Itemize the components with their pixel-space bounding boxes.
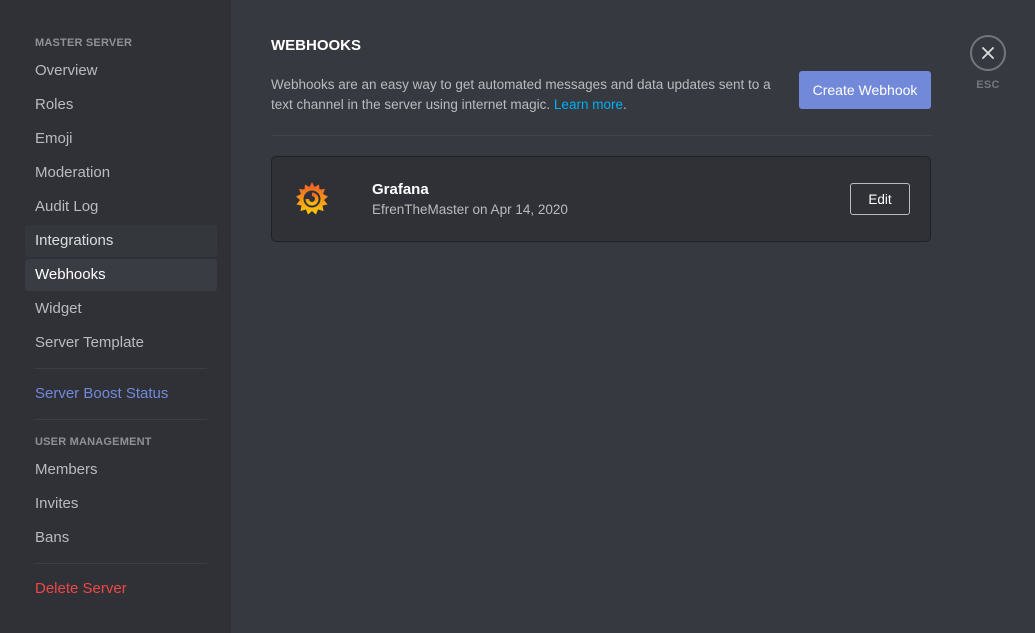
sidebar-item-invites[interactable]: Invites — [25, 488, 217, 520]
webhook-name: Grafana — [372, 181, 429, 198]
sidebar-item-webhooks[interactable]: Webhooks — [25, 259, 217, 291]
sidebar-section-user-management: USER MANAGEMENT — [35, 436, 152, 448]
webhook-meta: EfrenTheMaster on Apr 14, 2020 — [372, 202, 568, 217]
sidebar-item-emoji[interactable]: Emoji — [25, 123, 217, 155]
content-divider — [271, 135, 931, 136]
learn-more-link[interactable]: Learn more — [554, 97, 623, 112]
sidebar-item-moderation[interactable]: Moderation — [25, 157, 217, 189]
settings-content: WEBHOOKS Webhooks are an easy way to get… — [231, 0, 1035, 633]
sidebar-item-members[interactable]: Members — [25, 454, 217, 486]
sidebar-item-bans[interactable]: Bans — [25, 522, 217, 554]
sidebar-item-server-boost-status[interactable]: Server Boost Status — [25, 378, 217, 410]
close-button[interactable] — [970, 35, 1006, 71]
close-control: ESC — [970, 35, 1006, 91]
sidebar-item-delete-server[interactable]: Delete Server — [25, 573, 217, 605]
sidebar-separator — [35, 563, 207, 564]
sidebar-separator — [35, 419, 207, 420]
create-webhook-button[interactable]: Create Webhook — [799, 71, 931, 109]
sidebar-item-audit-log[interactable]: Audit Log — [25, 191, 217, 223]
description-period: . — [622, 97, 627, 112]
sidebar-item-integrations[interactable]: Integrations — [25, 225, 217, 257]
webhooks-description: Webhooks are an easy way to get automate… — [271, 75, 781, 115]
description-text: Webhooks are an easy way to get automate… — [271, 77, 771, 112]
webhooks-intro: Webhooks are an easy way to get automate… — [271, 71, 931, 115]
sidebar-item-roles[interactable]: Roles — [25, 89, 217, 121]
edit-webhook-button[interactable]: Edit — [850, 183, 910, 215]
sidebar-separator — [35, 368, 207, 369]
settings-sidebar: MASTER SERVER Overview Roles Emoji Moder… — [0, 0, 231, 633]
sidebar-item-server-template[interactable]: Server Template — [25, 327, 217, 359]
settings-app: MASTER SERVER Overview Roles Emoji Moder… — [0, 0, 1035, 633]
sidebar-item-overview[interactable]: Overview — [25, 55, 217, 87]
close-icon — [982, 47, 994, 59]
grafana-logo-icon — [292, 179, 332, 219]
page-title: WEBHOOKS — [271, 37, 361, 54]
sidebar-item-widget[interactable]: Widget — [25, 293, 217, 325]
webhook-info: Grafana EfrenTheMaster on Apr 14, 2020 — [372, 181, 850, 217]
webhook-card: Grafana EfrenTheMaster on Apr 14, 2020 E… — [271, 156, 931, 242]
sidebar-section-server: MASTER SERVER — [35, 37, 133, 49]
esc-label: ESC — [976, 79, 1000, 91]
